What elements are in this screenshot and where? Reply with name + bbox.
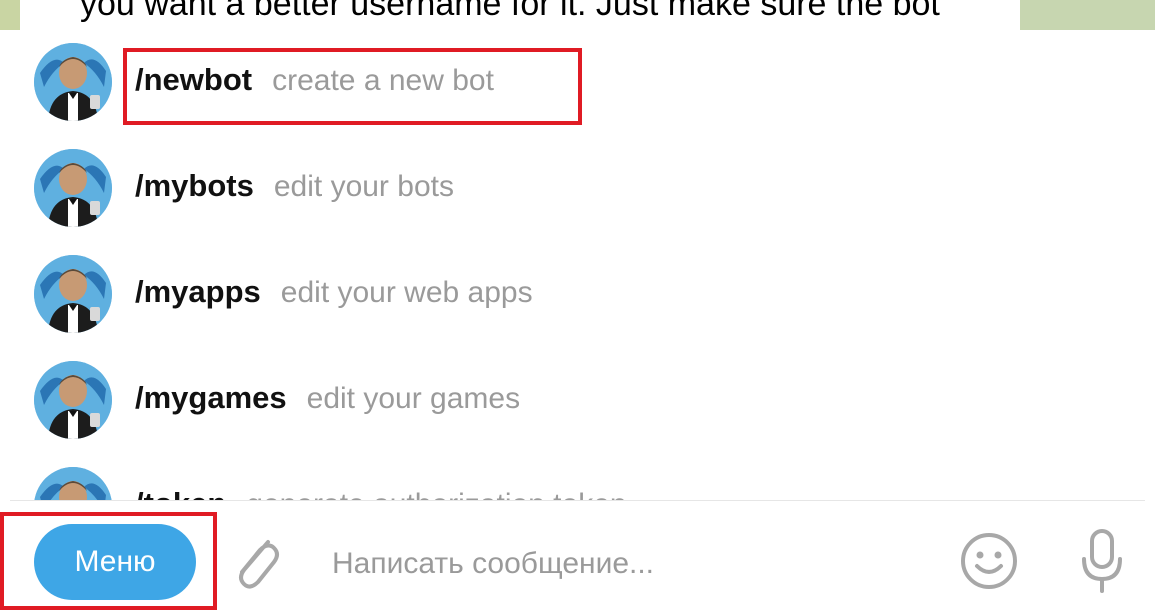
message-input[interactable] <box>330 538 934 590</box>
bot-avatar <box>34 361 112 439</box>
smile-icon[interactable] <box>958 530 1020 592</box>
command-name: /token <box>135 486 226 500</box>
bot-avatar <box>34 467 112 500</box>
paperclip-icon[interactable] <box>228 528 282 594</box>
command-description: edit your bots <box>273 170 454 203</box>
bot-avatar <box>34 149 112 227</box>
command-name: /mybots <box>135 168 254 203</box>
bot-avatar <box>34 43 112 121</box>
command-item-myapps[interactable]: /myapps edit your web apps <box>10 242 1145 348</box>
highlight-box-newbot <box>123 48 582 125</box>
command-name: /myapps <box>135 274 261 309</box>
highlight-box-menu <box>0 512 217 610</box>
chat-background <box>1020 0 1155 30</box>
command-item-mybots[interactable]: /mybots edit your bots <box>10 136 1145 242</box>
command-name: /mygames <box>135 380 287 415</box>
command-description: generate authorization token <box>246 488 626 500</box>
command-description: edit your web apps <box>280 276 533 309</box>
command-item-token[interactable]: /token generate authorization token <box>10 454 1145 500</box>
microphone-icon[interactable] <box>1076 525 1128 597</box>
chat-background <box>0 0 20 30</box>
bot-avatar <box>34 255 112 333</box>
message-text: you want a better username for it. Just … <box>80 0 940 23</box>
chat-message-partial: you want a better username for it. Just … <box>0 0 1155 30</box>
command-item-mygames[interactable]: /mygames edit your games <box>10 348 1145 454</box>
command-description: edit your games <box>306 382 521 415</box>
